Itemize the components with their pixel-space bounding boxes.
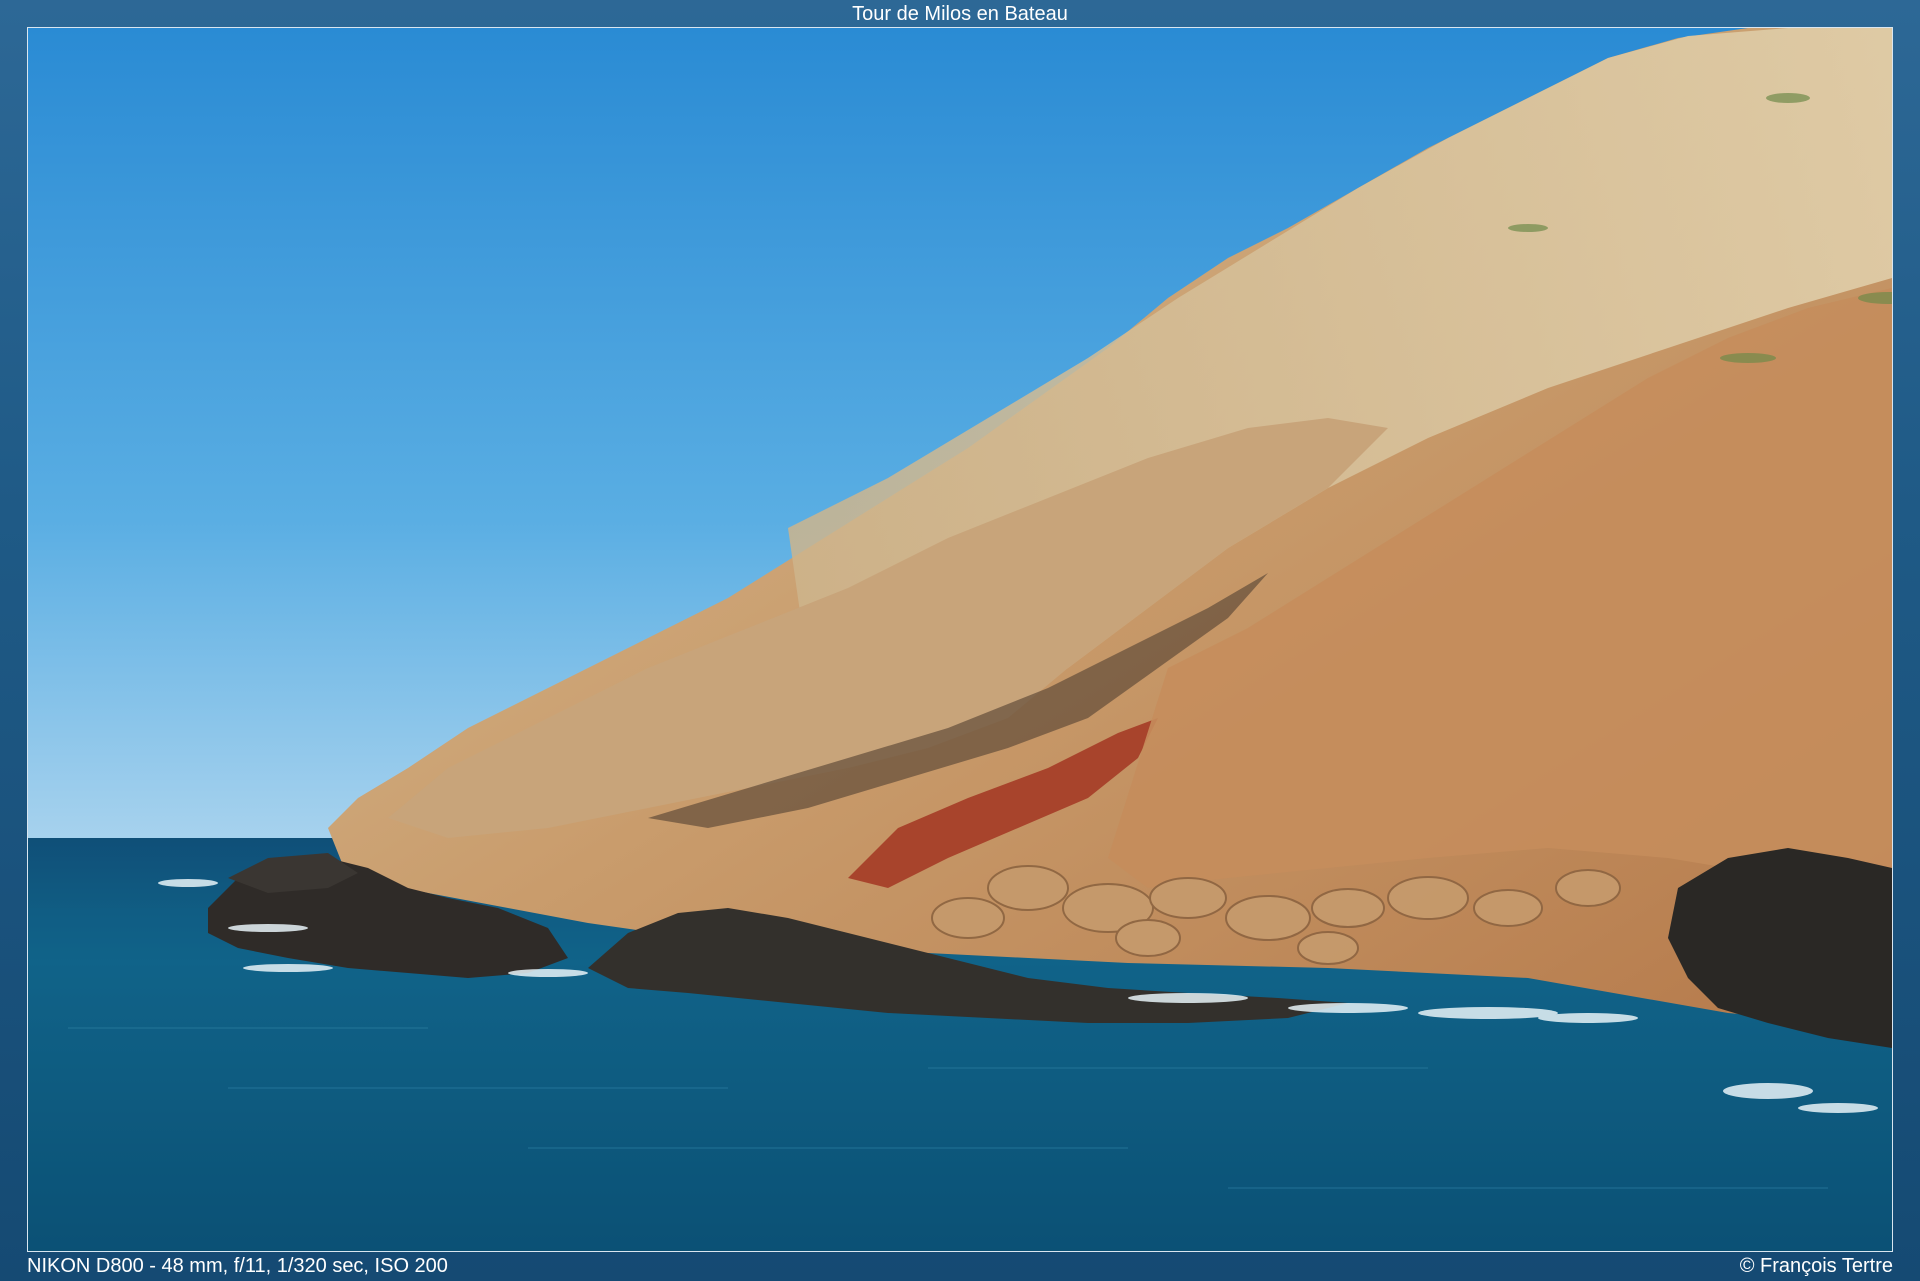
photo-container[interactable] — [27, 27, 1893, 1252]
camera-exif: NIKON D800 - 48 mm, f/11, 1/320 sec, ISO… — [27, 1255, 448, 1277]
copyright-notice: © François Tertre — [1739, 1255, 1893, 1277]
gallery-frame: Tour de Milos en Bateau NIKON D800 - 48 … — [0, 0, 1920, 1281]
seascape-photo — [28, 28, 1892, 1251]
photo-title: Tour de Milos en Bateau — [852, 3, 1068, 25]
